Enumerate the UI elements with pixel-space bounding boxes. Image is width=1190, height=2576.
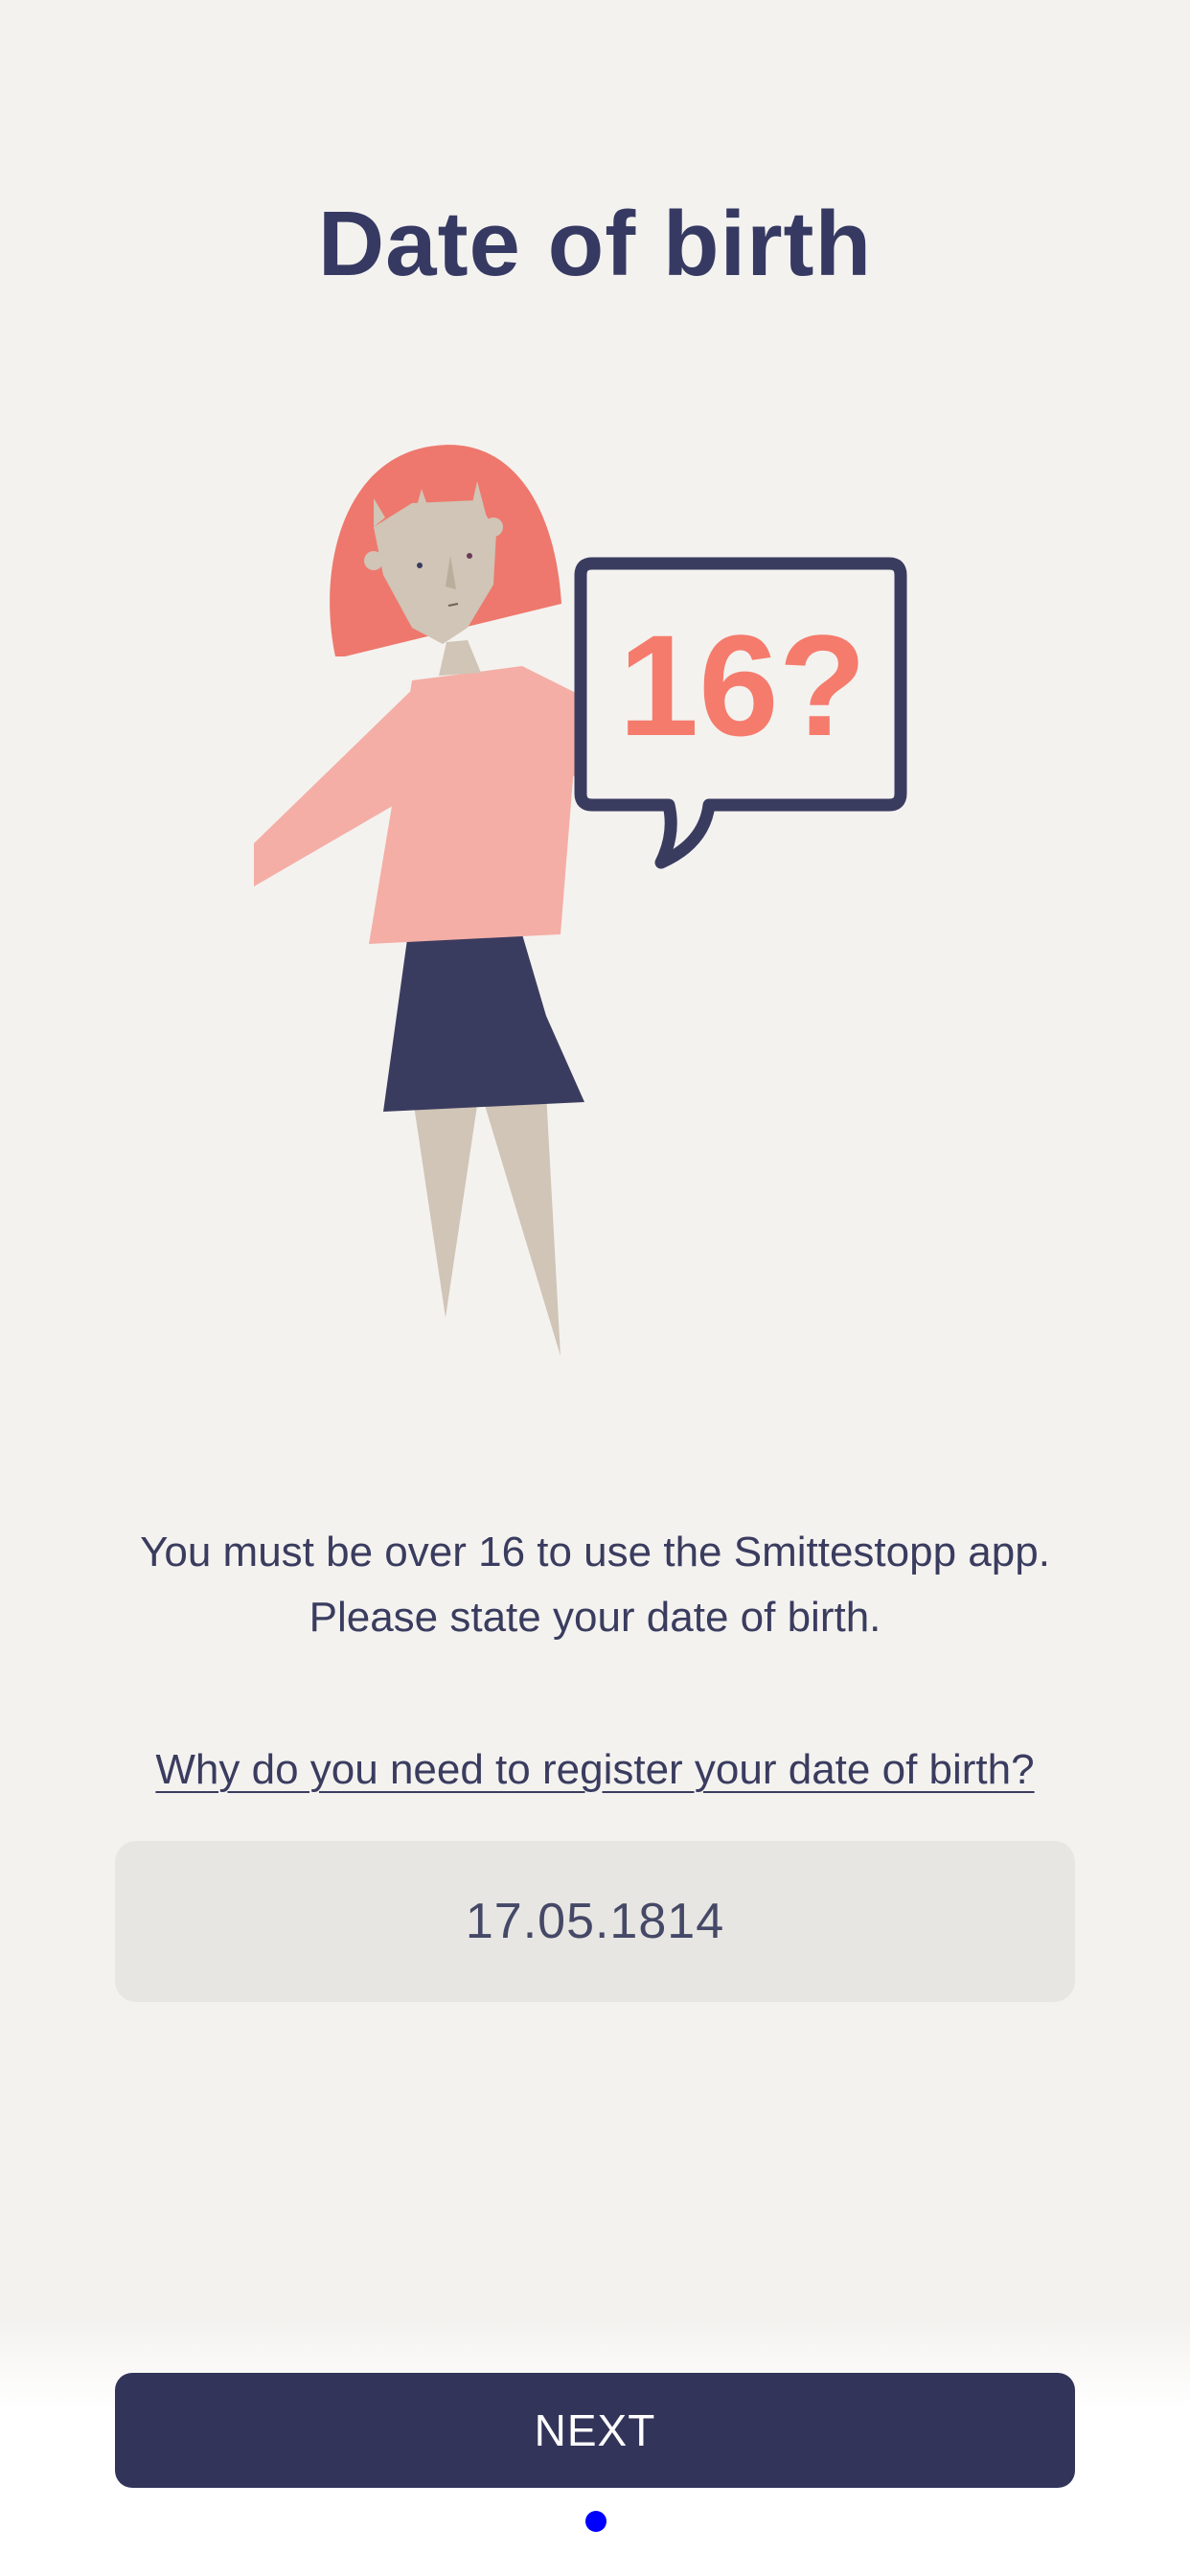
description-line-2: Please state your date of birth.: [309, 1594, 881, 1641]
focus-indicator-dot: [585, 2511, 606, 2532]
left-leg: [412, 1092, 479, 1318]
speech-bubble-text: 16?: [619, 605, 866, 766]
girl-illustration: 16?: [230, 422, 920, 1380]
why-register-link[interactable]: Why do you need to register your date of…: [0, 1746, 1190, 1794]
date-of-birth-field[interactable]: 17.05.1814: [115, 1841, 1075, 2002]
age-requirement-text: You must be over 16 to use the Smittesto…: [77, 1520, 1113, 1650]
next-button[interactable]: NEXT: [115, 2373, 1075, 2488]
skirt: [383, 934, 584, 1112]
neck: [439, 640, 481, 676]
description-line-1: You must be over 16 to use the Smittesto…: [140, 1529, 1050, 1576]
date-of-birth-value: 17.05.1814: [465, 1894, 725, 1949]
page-title: Date of birth: [317, 193, 873, 295]
next-button-label: NEXT: [534, 2405, 656, 2455]
date-of-birth-screen: Date of birth 16? You must be over 16 to…: [0, 0, 1190, 2576]
right-leg: [481, 1092, 561, 1356]
